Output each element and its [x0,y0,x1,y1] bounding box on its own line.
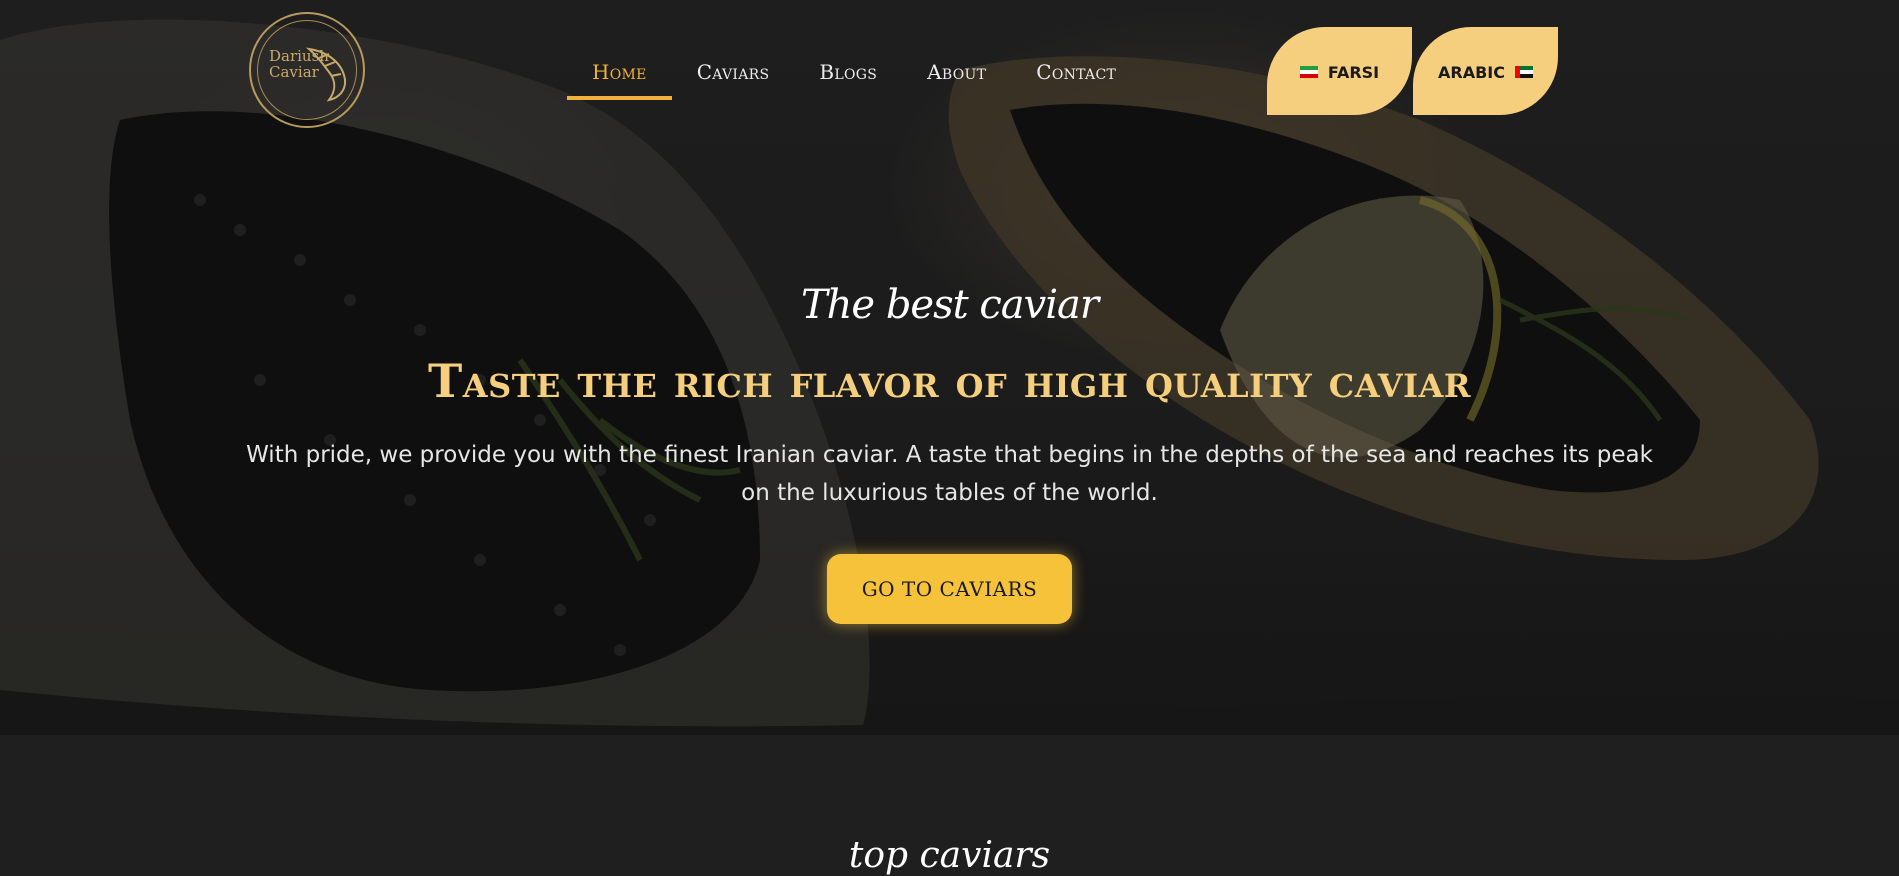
language-arabic-button[interactable]: ARABIC [1413,27,1558,115]
main-nav: Home Caviars Blogs About Contact [567,52,1141,102]
top-caviars-heading: top caviars [848,835,1051,876]
nav-caviars[interactable]: Caviars [672,52,795,94]
hero-headline: Taste the rich flavor of high quality ca… [428,354,1471,408]
language-arabic-label: ARABIC [1438,62,1505,82]
nav-contact[interactable]: Contact [1011,52,1141,94]
go-to-caviars-button[interactable]: GO TO CAVIARS [827,554,1072,624]
hero-tagline: The best caviar [800,282,1099,328]
nav-blogs[interactable]: Blogs [794,52,902,94]
language-farsi-button[interactable]: FARSI [1267,27,1412,115]
sturgeon-icon [305,47,347,102]
hero-section: Dariush Caviar Home Caviars Blogs About … [0,0,1899,735]
iran-flag-icon [1299,66,1318,78]
hero-description: With pride, we provide you with the fine… [246,442,1653,506]
nav-home[interactable]: Home [567,52,672,100]
language-farsi-label: FARSI [1327,62,1380,82]
uae-flag-icon [1514,66,1533,78]
nav-about[interactable]: About [902,52,1011,94]
brand-logo[interactable]: Dariush Caviar [249,12,365,128]
